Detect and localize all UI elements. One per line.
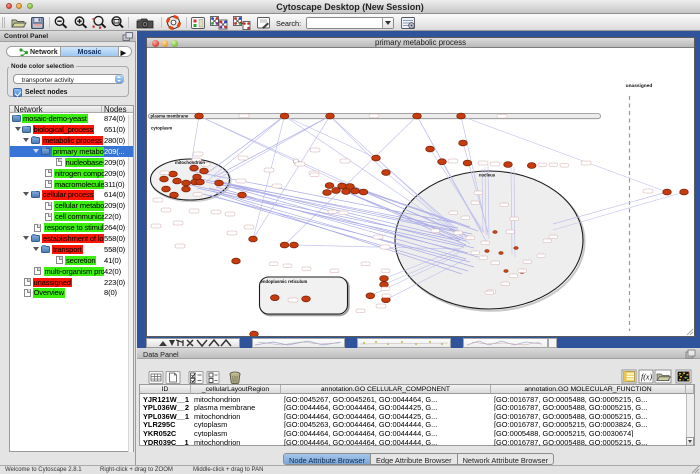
svg-text:plasma membrane: plasma membrane [151,114,189,119]
svg-text:cytoplasm: cytoplasm [151,126,172,131]
svg-text:unassigned: unassigned [626,83,653,89]
svg-text:endoplasmic reticulum: endoplasmic reticulum [261,279,308,284]
svg-text:mitochondrion: mitochondrion [175,160,205,165]
svg-text:f(x): f(x) [641,373,652,382]
svg-text:nucleus: nucleus [479,173,496,178]
